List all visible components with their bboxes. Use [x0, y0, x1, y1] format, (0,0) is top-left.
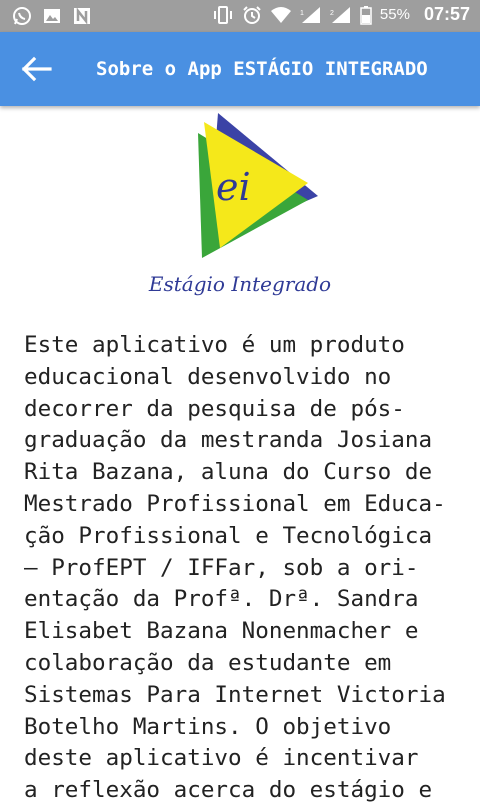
n-app-icon [74, 7, 90, 25]
clock: 07:57 [423, 4, 470, 24]
paragraph-line: entação da Profª. Drª. Sandra [24, 586, 419, 613]
paragraph-line: decorrer da pesquisa de pós- [24, 395, 405, 422]
paragraph-line: Sistemas Para Internet Victoria [24, 681, 446, 708]
notification-icons [12, 6, 92, 26]
page-title: Sobre o App ESTÁGIO INTEGRADO [96, 58, 428, 80]
logo-caption: Estágio Integrado [148, 272, 332, 296]
svg-text:2: 2 [330, 10, 334, 17]
app-logo: ei Estágio Integrado [140, 108, 340, 298]
app-bar: Sobre o App ESTÁGIO INTEGRADO [0, 32, 480, 106]
vibrate-icon [213, 5, 232, 24]
signal-icon: 2 [330, 6, 350, 23]
paragraph-line: Mestrado Profissional em Educa- [24, 490, 446, 517]
arrow-back-icon [21, 56, 52, 82]
image-icon [44, 9, 60, 23]
paragraph-line: deste aplicativo é incentivar [24, 745, 419, 772]
logo-mark-text: ei [216, 165, 251, 209]
paragraph-line: – ProfEPT / IFFar, sob a ori- [24, 554, 419, 581]
paragraph-line: ção Profissional e Tecnológica [24, 522, 433, 549]
system-icons: 1 2 55% 07:57 [212, 4, 470, 25]
logo-mark: ei [198, 113, 318, 258]
back-button[interactable] [20, 54, 54, 84]
alarm-icon [243, 5, 261, 24]
paragraph-line: colaboração da estudante em [24, 649, 392, 676]
signal-icon: 1 [300, 6, 320, 23]
paragraph-line: a reflexão acerca do estágio e [24, 777, 433, 804]
about-text: Este aplicativo é um produto educacional … [24, 330, 470, 807]
svg-text:1: 1 [300, 10, 304, 17]
paragraph-line: educacional desenvolvido no [24, 363, 392, 390]
paragraph-line: Elisabet Bazana Nonenmacher e [24, 618, 419, 645]
paragraph-line: Este aplicativo é um produto [24, 332, 405, 358]
paragraph-line: Botelho Martins. O objetivo [24, 713, 392, 740]
whatsapp-icon [13, 7, 31, 25]
battery-percent: 55% [379, 6, 410, 23]
wifi-icon [270, 6, 291, 23]
battery-icon [360, 5, 372, 25]
paragraph-line: Rita Bazana, aluna do Curso de [24, 459, 433, 486]
status-bar: 1 2 55% 07:57 [0, 0, 480, 32]
paragraph-line: graduação da mestranda Josiana [24, 427, 433, 454]
